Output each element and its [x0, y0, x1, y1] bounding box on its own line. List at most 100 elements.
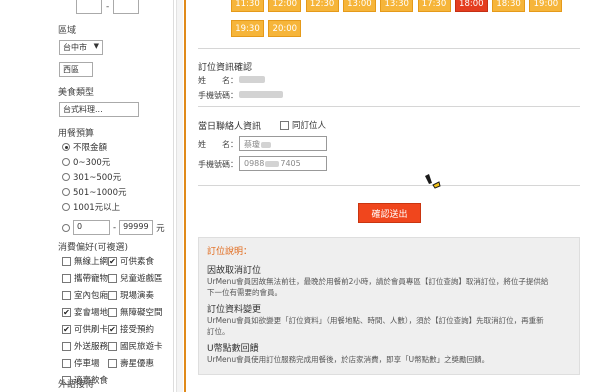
checkbox-icon: ✔ — [62, 324, 71, 334]
pref-label: 外送服務 — [74, 342, 109, 352]
contact-heading: 當日聯絡人資訊 — [198, 122, 262, 132]
pref-checkbox[interactable]: 停車場 — [62, 357, 100, 369]
pref-label: 無障礙空間 — [120, 308, 163, 318]
divider — [198, 48, 580, 49]
timeslot-button[interactable]: 11:30 — [231, 0, 264, 12]
pref-checkbox[interactable]: ✔ 宴會場地 — [62, 306, 108, 318]
budget-option[interactable]: 301~500元 — [62, 171, 121, 183]
budget-option-label: 1001元以上 — [73, 203, 121, 213]
budget-option-label: 0~300元 — [73, 158, 111, 168]
contact-phone-input[interactable]: 0988 7405 — [239, 156, 327, 171]
divider — [198, 106, 580, 107]
pref-label: 國民旅遊卡 — [120, 342, 163, 352]
notice-line: 下一位有需要的會員。 — [207, 288, 282, 297]
checkbox-icon — [280, 120, 289, 130]
notice-section-title: 訂位資料變更 — [207, 305, 262, 315]
price-min-top-input[interactable] — [76, 0, 102, 14]
pref-checkbox[interactable]: ✔ 可供刷卡 — [62, 323, 108, 335]
checkbox-icon — [108, 307, 117, 317]
contact-phone-value: 0988 — [244, 159, 265, 168]
checkbox-icon — [108, 341, 117, 351]
city-select[interactable]: 台中市 ▼ — [59, 40, 103, 55]
cuisine-label: 美食類型 — [58, 88, 95, 98]
custom-dash: - — [113, 222, 117, 233]
contact-phone-value-end: 7405 — [280, 159, 301, 168]
sidebar-scrollbar[interactable] — [176, 0, 183, 392]
pref-checkbox[interactable]: 室內包廂 — [62, 289, 108, 301]
radio-icon[interactable] — [62, 223, 70, 232]
checkbox-icon — [108, 290, 117, 300]
contact-phone-label: 手機號碼： — [198, 160, 238, 169]
timeslot-button[interactable]: 17:30 — [417, 0, 451, 12]
pref-label: 停車場 — [74, 359, 100, 369]
city-value: 台中市 — [63, 43, 87, 52]
checkbox-icon — [62, 273, 71, 283]
pref-checkbox[interactable]: 現場演奏 — [108, 289, 154, 301]
timeslot-button[interactable]: 13:30 — [380, 0, 414, 12]
region-label: 區域 — [58, 26, 77, 36]
budget-option[interactable]: 0~300元 — [62, 156, 110, 168]
budget-option-label: 不限金額 — [73, 143, 108, 153]
radio-icon — [62, 173, 70, 181]
custom-min-value: 0 — [77, 222, 83, 231]
district-input[interactable]: 西區 — [59, 62, 93, 77]
custom-max-input[interactable]: 99999 — [119, 220, 154, 235]
timeslot-button[interactable]: 18:30 — [492, 0, 526, 12]
pref-checkbox[interactable]: 攜帶寵物 — [62, 272, 108, 284]
booking-notice-box: 訂位說明： 因故取消訂位 UrMenu會員因故無法前往，最晚於用餐前2小時，請於… — [198, 237, 580, 375]
booking-phone-label: 手機號碼： — [198, 91, 238, 100]
notice-line: 訂位。 — [207, 327, 230, 336]
notice-section-title: 因故取消訂位 — [207, 266, 262, 276]
custom-max-value: 99999 — [123, 222, 149, 231]
pref-label: 可供刷卡 — [74, 325, 109, 335]
pref-label: 接受預約 — [120, 325, 155, 335]
notice-title: 訂位說明： — [207, 247, 253, 257]
language-label: 外語接待 — [58, 380, 95, 390]
cuisine-input[interactable]: 台式料理... — [59, 102, 139, 117]
timeslot-button[interactable]: 13:00 — [342, 0, 376, 12]
checkbox-icon — [62, 341, 71, 351]
pref-label: 室內包廂 — [74, 291, 109, 301]
radio-icon — [62, 158, 70, 166]
masked-segment — [265, 160, 280, 167]
budget-option[interactable]: 1001元以上 — [62, 201, 120, 213]
confirm-submit-button[interactable]: 確認送出 — [358, 203, 421, 223]
price-max-top-input[interactable] — [113, 0, 139, 14]
timeslot-button[interactable]: 19:30 — [231, 20, 264, 37]
budget-option[interactable]: 不限金額 — [62, 141, 107, 153]
pref-checkbox[interactable]: 無線上網 — [62, 255, 108, 267]
prefs-label: 消費偏好(可複選) — [58, 243, 129, 253]
pref-checkbox[interactable]: 無障礙空間 — [108, 306, 163, 318]
timeslot-button[interactable]: 12:30 — [305, 0, 339, 12]
timeslot-button[interactable]: 18:00 — [454, 0, 488, 12]
pref-checkbox[interactable]: 國民旅遊卡 — [108, 340, 163, 352]
pref-checkbox[interactable]: 兒童遊戲區 — [108, 272, 163, 284]
checkbox-icon: ✔ — [108, 256, 117, 266]
custom-unit: 元 — [156, 223, 165, 234]
timeslot-button[interactable]: 20:00 — [268, 20, 302, 37]
budget-option[interactable]: 501~1000元 — [62, 186, 126, 198]
divider — [198, 185, 580, 186]
radio-icon — [62, 143, 70, 151]
timeslot-button[interactable]: 12:00 — [268, 0, 302, 12]
timeslot-button[interactable]: 19:00 — [529, 0, 563, 12]
pref-checkbox[interactable]: 壽星優惠 — [108, 357, 154, 369]
custom-min-input[interactable]: 0 — [73, 220, 110, 235]
contact-name-value: 蔡瓊 — [244, 140, 260, 149]
pref-label: 現場演奏 — [120, 291, 155, 301]
contact-name-input[interactable]: 蔡瓊 — [239, 136, 327, 151]
cuisine-value: 台式料理... — [63, 105, 103, 114]
checkbox-icon — [108, 273, 117, 283]
pref-label: 壽星優惠 — [120, 359, 155, 369]
pref-checkbox[interactable]: ✔ 可供素食 — [108, 255, 154, 267]
pref-checkbox[interactable]: 外送服務 — [62, 340, 108, 352]
same-as-booker-checkbox[interactable]: 同訂位人 — [280, 119, 326, 131]
checkbox-icon — [62, 358, 71, 368]
district-value: 西區 — [63, 65, 79, 74]
notice-section-body: UrMenu會員使用訂位服務完成用餐後，於店家消費，即享「U幣點數」之獎勵回饋。 — [207, 354, 489, 365]
pref-checkbox[interactable]: ✔ 接受預約 — [108, 323, 154, 335]
masked-segment — [261, 141, 271, 148]
booking-name-value — [239, 76, 265, 83]
pref-label: 攜帶寵物 — [74, 274, 109, 284]
radio-icon — [62, 188, 70, 196]
